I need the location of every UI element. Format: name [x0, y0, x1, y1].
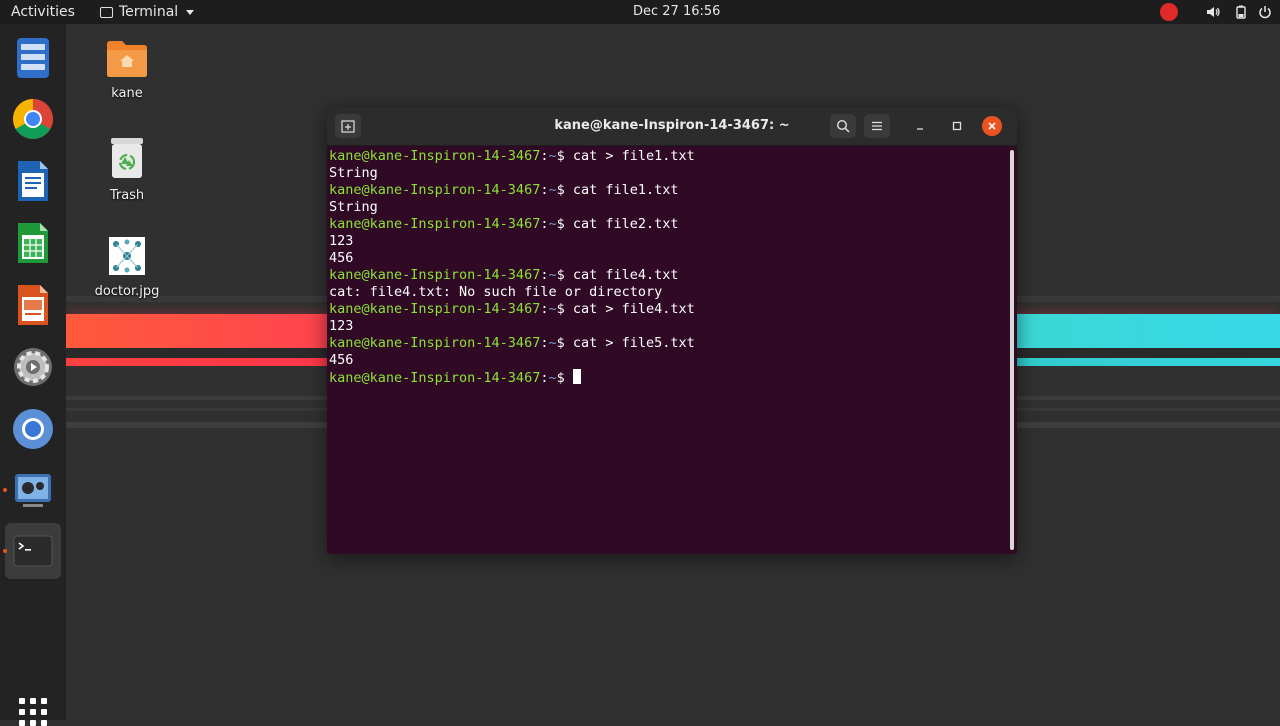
running-indicator: [3, 488, 7, 492]
prompt-path: ~: [548, 267, 557, 283]
desktop-icon-doctor-jpg[interactable]: doctor.jpg: [77, 236, 177, 299]
prompt-path: ~: [548, 301, 557, 317]
terminal-output-line: 456: [329, 250, 354, 266]
writer-icon[interactable]: [5, 153, 61, 209]
trash-icon: [111, 138, 143, 178]
desktop-icon-label: doctor.jpg: [94, 284, 160, 299]
terminal-command-line: kane@kane-Inspiron-14-3467:~$ cat > file…: [329, 148, 695, 164]
prompt-user: kane@kane-Inspiron-14-3467: [329, 148, 541, 164]
prompt-user: kane@kane-Inspiron-14-3467: [329, 182, 541, 198]
prompt-user: kane@kane-Inspiron-14-3467: [329, 370, 541, 386]
impress-icon[interactable]: [5, 277, 61, 333]
terminal-icon[interactable]: [5, 523, 61, 579]
app-menu[interactable]: Terminal: [100, 4, 195, 20]
terminal-command-line: kane@kane-Inspiron-14-3467:~$ cat file1.…: [329, 182, 679, 198]
close-icon: [988, 122, 996, 130]
desktop-icon-home[interactable]: kane: [77, 38, 177, 101]
terminal-output[interactable]: kane@kane-Inspiron-14-3467:~$ cat > file…: [329, 148, 1009, 554]
search-button[interactable]: [830, 114, 856, 138]
command-text: cat > file1.txt: [564, 148, 695, 164]
command-text: cat file2.txt: [564, 216, 679, 232]
terminal-output-line: String: [329, 165, 378, 181]
terminal-titlebar[interactable]: kane@kane-Inspiron-14-3467: ~: [327, 108, 1017, 146]
command-text: cat file4.txt: [564, 267, 679, 283]
minimize-button[interactable]: [907, 114, 933, 138]
text-cursor: [572, 369, 581, 384]
minimize-icon: [917, 128, 923, 130]
terminal-command-line: kane@kane-Inspiron-14-3467:~$ cat file4.…: [329, 267, 679, 283]
prompt-path: ~: [548, 148, 557, 164]
app-menu-label: Terminal: [119, 4, 179, 20]
terminal-command-line: kane@kane-Inspiron-14-3467:~$ cat file2.…: [329, 216, 679, 232]
home-folder-icon: [107, 41, 147, 77]
terminal-command-line: kane@kane-Inspiron-14-3467:~$ cat > file…: [329, 301, 695, 317]
terminal-command-line: kane@kane-Inspiron-14-3467:~$ cat > file…: [329, 335, 695, 351]
running-indicator: [3, 549, 7, 553]
chrome-icon[interactable]: [5, 91, 61, 147]
battery-icon[interactable]: [1234, 5, 1248, 19]
command-text: cat > file4.txt: [564, 301, 695, 317]
image-file-icon: [109, 237, 145, 275]
prompt-path: ~: [548, 216, 557, 232]
command-text: [565, 370, 573, 386]
terminal-window[interactable]: kane@kane-Inspiron-14-3467: ~ kane@kane-…: [327, 108, 1017, 554]
command-text: cat > file5.txt: [564, 335, 695, 351]
search-icon: [836, 119, 850, 133]
hamburger-menu-icon: [872, 121, 882, 131]
files-icon[interactable]: [5, 30, 61, 86]
prompt-user: kane@kane-Inspiron-14-3467: [329, 335, 541, 351]
terminal-output-line: String: [329, 199, 378, 215]
power-icon[interactable]: [1258, 5, 1272, 19]
dock: [0, 24, 66, 726]
terminal-scrollbar[interactable]: [1010, 150, 1014, 550]
prompt-path: ~: [548, 182, 557, 198]
terminal-output-line: 123: [329, 318, 354, 334]
calc-icon[interactable]: [5, 215, 61, 271]
terminal-app-icon: [100, 6, 113, 18]
settings-icon[interactable]: [5, 339, 61, 395]
maximize-icon: [952, 121, 962, 131]
terminal-command-line: kane@kane-Inspiron-14-3467:~$: [329, 369, 1009, 386]
terminal-output-line: cat: file4.txt: No such file or director…: [329, 284, 663, 300]
desktop-icon-trash[interactable]: Trash: [77, 136, 177, 203]
chevron-down-icon: [186, 9, 195, 15]
video-app-icon[interactable]: [5, 462, 61, 518]
volume-icon[interactable]: [1206, 5, 1220, 19]
show-applications-button[interactable]: [19, 698, 47, 726]
top-bar: Activities Terminal Dec 27 16:56: [0, 0, 1280, 24]
terminal-output-line: 123: [329, 233, 354, 249]
command-text: cat file1.txt: [564, 182, 679, 198]
activities-button[interactable]: Activities: [11, 4, 75, 20]
close-button[interactable]: [982, 116, 1002, 136]
prompt-user: kane@kane-Inspiron-14-3467: [329, 301, 541, 317]
desktop-icon-label: kane: [111, 86, 143, 101]
prompt-path: ~: [548, 335, 557, 351]
chromium-icon[interactable]: [5, 401, 61, 457]
prompt-user: kane@kane-Inspiron-14-3467: [329, 216, 541, 232]
terminal-output-line: 456: [329, 352, 354, 368]
recording-indicator-icon[interactable]: [1160, 3, 1178, 21]
desktop-icon-label: Trash: [109, 188, 145, 203]
prompt-user: kane@kane-Inspiron-14-3467: [329, 267, 541, 283]
clock[interactable]: Dec 27 16:56: [633, 4, 720, 19]
maximize-button[interactable]: [944, 114, 970, 138]
prompt-path: ~: [548, 370, 557, 386]
menu-button[interactable]: [864, 114, 890, 138]
